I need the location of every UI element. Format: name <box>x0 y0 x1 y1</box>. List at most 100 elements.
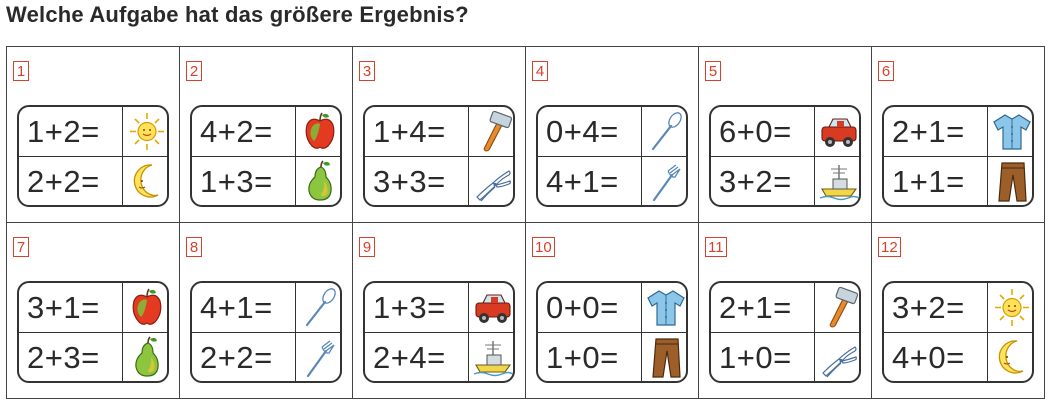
equation: 2+1= <box>711 283 815 332</box>
equation: 2+4= <box>365 333 469 381</box>
trousers-icon <box>644 333 686 381</box>
equation: 3+2= <box>884 283 988 332</box>
page-title: Welche Aufgabe hat das größere Ergebnis? <box>6 2 469 27</box>
task-number: 1 <box>13 61 29 81</box>
equation: 1+1= <box>884 157 988 205</box>
task-row-bottom[interactable]: 1+1= <box>884 157 1032 205</box>
equation: 4+1= <box>538 157 642 205</box>
task-cell-5: 5 6+0= 3+2= <box>699 47 872 223</box>
task-row-top[interactable]: 3+1= <box>19 283 167 333</box>
task-row-top[interactable]: 2+1= <box>711 283 859 333</box>
equation: 3+1= <box>19 283 123 332</box>
task-card: 2+1= 1+0= <box>709 281 861 383</box>
pear-icon <box>125 333 167 381</box>
apple-icon <box>298 107 340 156</box>
task-number: 8 <box>186 237 202 257</box>
task-row-top[interactable]: 6+0= <box>711 107 859 157</box>
boat-icon <box>471 333 513 381</box>
task-number: 7 <box>13 237 29 257</box>
equation: 6+0= <box>711 107 815 156</box>
pear-icon <box>298 157 340 205</box>
task-cell-3: 3 1+4= 3+3= <box>353 47 526 223</box>
task-card: 0+4= 4+1= <box>536 105 688 207</box>
equation: 1+0= <box>711 333 815 381</box>
task-cell-12: 12 3+2= 4+0= <box>872 223 1045 399</box>
task-row-bottom[interactable]: 2+3= <box>19 333 167 381</box>
task-number: 2 <box>186 61 202 81</box>
moon-icon <box>990 333 1032 381</box>
shirt-icon <box>644 283 686 332</box>
task-cell-8: 8 4+1= 2+2= <box>180 223 353 399</box>
equation: 0+0= <box>538 283 642 332</box>
task-cell-1: 1 1+2= 2+2= <box>7 47 180 223</box>
equation: 0+4= <box>538 107 642 156</box>
sun-icon <box>990 283 1032 332</box>
car-icon <box>817 107 859 156</box>
task-number: 12 <box>878 237 901 257</box>
task-card: 1+2= 2+2= <box>17 105 169 207</box>
task-row-bottom[interactable]: 1+0= <box>711 333 859 381</box>
task-row-bottom[interactable]: 4+1= <box>538 157 686 205</box>
task-card: 4+1= 2+2= <box>190 281 342 383</box>
task-card: 3+1= 2+3= <box>17 281 169 383</box>
task-cell-10: 10 0+0= 1+0= <box>526 223 699 399</box>
equation: 1+0= <box>538 333 642 381</box>
pliers-icon <box>817 333 859 381</box>
task-row-top[interactable]: 0+0= <box>538 283 686 333</box>
task-card: 1+3= 2+4= <box>363 281 515 383</box>
task-row-top[interactable]: 3+2= <box>884 283 1032 333</box>
task-card: 4+2= 1+3= <box>190 105 342 207</box>
equation: 4+0= <box>884 333 988 381</box>
spoon-icon <box>298 283 340 332</box>
moon-icon <box>125 157 167 205</box>
task-number: 4 <box>532 61 548 81</box>
task-grid: 1 1+2= 2+2= 2 4+2= 1+3= 3 1+4= 3+3= 4 0+… <box>6 46 1045 399</box>
hammer-icon <box>471 107 513 156</box>
equation: 1+3= <box>365 283 469 332</box>
task-cell-11: 11 2+1= 1+0= <box>699 223 872 399</box>
equation: 4+1= <box>192 283 296 332</box>
task-number: 9 <box>359 237 375 257</box>
task-row-bottom[interactable]: 3+2= <box>711 157 859 205</box>
task-card: 2+1= 1+1= <box>882 105 1034 207</box>
task-card: 0+0= 1+0= <box>536 281 688 383</box>
task-row-bottom[interactable]: 2+4= <box>365 333 513 381</box>
fork-icon <box>298 333 340 381</box>
equation: 2+3= <box>19 333 123 381</box>
fork-icon <box>644 157 686 205</box>
equation: 1+3= <box>192 157 296 205</box>
task-row-top[interactable]: 1+4= <box>365 107 513 157</box>
task-row-bottom[interactable]: 2+2= <box>19 157 167 205</box>
task-row-top[interactable]: 1+3= <box>365 283 513 333</box>
task-row-top[interactable]: 4+1= <box>192 283 340 333</box>
equation: 4+2= <box>192 107 296 156</box>
task-cell-2: 2 4+2= 1+3= <box>180 47 353 223</box>
task-number: 3 <box>359 61 375 81</box>
task-row-top[interactable]: 0+4= <box>538 107 686 157</box>
task-card: 3+2= 4+0= <box>882 281 1034 383</box>
task-card: 6+0= 3+2= <box>709 105 861 207</box>
task-cell-7: 7 3+1= 2+3= <box>7 223 180 399</box>
task-row-bottom[interactable]: 4+0= <box>884 333 1032 381</box>
task-row-bottom[interactable]: 3+3= <box>365 157 513 205</box>
task-row-bottom[interactable]: 1+3= <box>192 157 340 205</box>
task-number: 10 <box>532 237 555 257</box>
equation: 2+1= <box>884 107 988 156</box>
equation: 1+4= <box>365 107 469 156</box>
car-icon <box>471 283 513 332</box>
apple-icon <box>125 283 167 332</box>
shirt-icon <box>990 107 1032 156</box>
task-row-top[interactable]: 4+2= <box>192 107 340 157</box>
task-number: 6 <box>878 61 894 81</box>
task-number: 5 <box>705 61 721 81</box>
equation: 2+2= <box>19 157 123 205</box>
task-row-bottom[interactable]: 1+0= <box>538 333 686 381</box>
spoon-icon <box>644 107 686 156</box>
hammer-icon <box>817 283 859 332</box>
task-card: 1+4= 3+3= <box>363 105 515 207</box>
task-row-top[interactable]: 1+2= <box>19 107 167 157</box>
task-row-bottom[interactable]: 2+2= <box>192 333 340 381</box>
sun-icon <box>125 107 167 156</box>
task-row-top[interactable]: 2+1= <box>884 107 1032 157</box>
task-cell-4: 4 0+4= 4+1= <box>526 47 699 223</box>
